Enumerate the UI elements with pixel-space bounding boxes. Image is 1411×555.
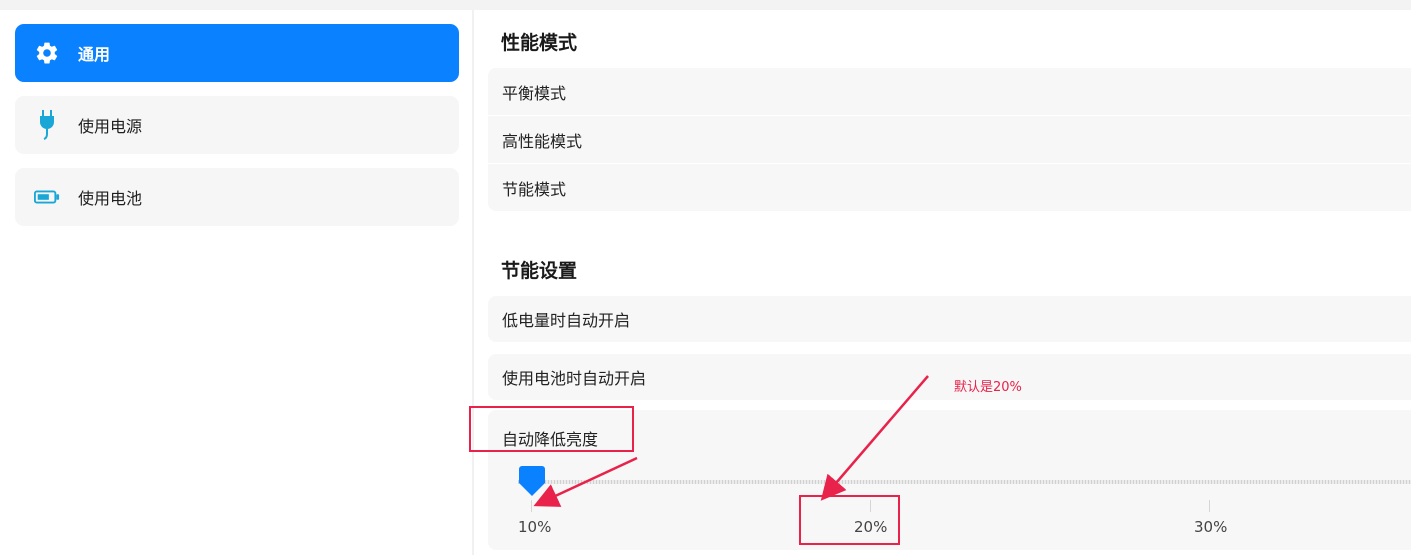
on-battery-auto-row[interactable]: 使用电池时自动开启 [488, 354, 1411, 400]
battery-icon [34, 184, 60, 210]
performance-mode-list: 平衡模式 高性能模式 节能模式 [488, 68, 1411, 211]
section-title-power-saving: 节能设置 [501, 260, 578, 282]
sidebar-item-label: 使用电池 [78, 189, 143, 208]
slider-tick [531, 500, 532, 512]
brightness-slider-thumb[interactable] [519, 466, 545, 496]
slider-tick-label-30: 30% [1194, 518, 1228, 536]
mode-power-saver[interactable]: 节能模式 [488, 164, 1411, 211]
section-title-performance: 性能模式 [501, 32, 578, 54]
sidebar-item-general[interactable]: 通用 [15, 24, 459, 82]
brightness-slider-track[interactable] [518, 480, 1411, 484]
slider-tick-label-10: 10% [518, 518, 552, 536]
mode-high-performance[interactable]: 高性能模式 [488, 116, 1411, 164]
low-battery-auto-row[interactable]: 低电量时自动开启 [488, 296, 1411, 342]
annotation-box-label [469, 406, 634, 452]
sidebar-item-label: 使用电源 [78, 117, 143, 136]
sidebar: 通用 使用电源 使用电池 [0, 10, 472, 555]
sidebar-item-battery[interactable]: 使用电池 [15, 168, 459, 226]
slider-tick [1209, 500, 1210, 512]
annotation-note: 默认是20% [954, 380, 1022, 395]
plug-icon [34, 110, 60, 140]
sidebar-item-power-adapter[interactable]: 使用电源 [15, 96, 459, 154]
sidebar-item-label: 通用 [78, 45, 111, 64]
mode-balanced[interactable]: 平衡模式 [488, 68, 1411, 116]
gear-icon [34, 40, 60, 66]
top-strip [0, 0, 1411, 10]
annotation-box-20-percent [799, 495, 900, 545]
settings-content: 性能模式 平衡模式 高性能模式 节能模式 节能设置 低电量时自动开启 使用电池时… [474, 10, 1411, 555]
